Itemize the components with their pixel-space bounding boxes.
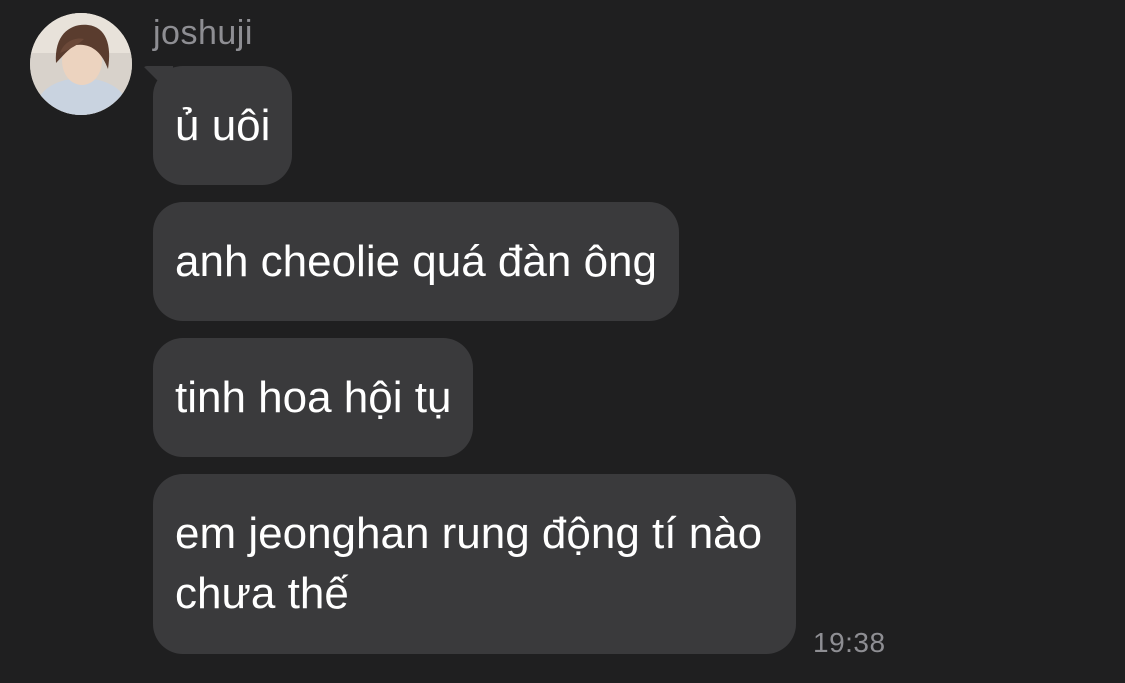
message-text: em jeonghan rung động tí nào chưa thế: [175, 509, 763, 618]
message-bubble[interactable]: ủ uôi: [153, 66, 293, 185]
message-text: tinh hoa hội tụ: [175, 372, 452, 422]
avatar[interactable]: [30, 13, 132, 115]
message-bubble[interactable]: em jeonghan rung động tí nào chưa thế: [153, 474, 796, 654]
sender-name: joshuji: [153, 14, 253, 52]
avatar-photo: [30, 13, 132, 115]
message-bubble[interactable]: tinh hoa hội tụ: [153, 338, 474, 457]
message-text: anh cheolie quá đàn ông: [175, 236, 657, 286]
message-timestamp: 19:38: [813, 627, 886, 658]
message-text: ủ uôi: [175, 100, 271, 150]
message-bubble[interactable]: anh cheolie quá đàn ông: [153, 202, 679, 321]
